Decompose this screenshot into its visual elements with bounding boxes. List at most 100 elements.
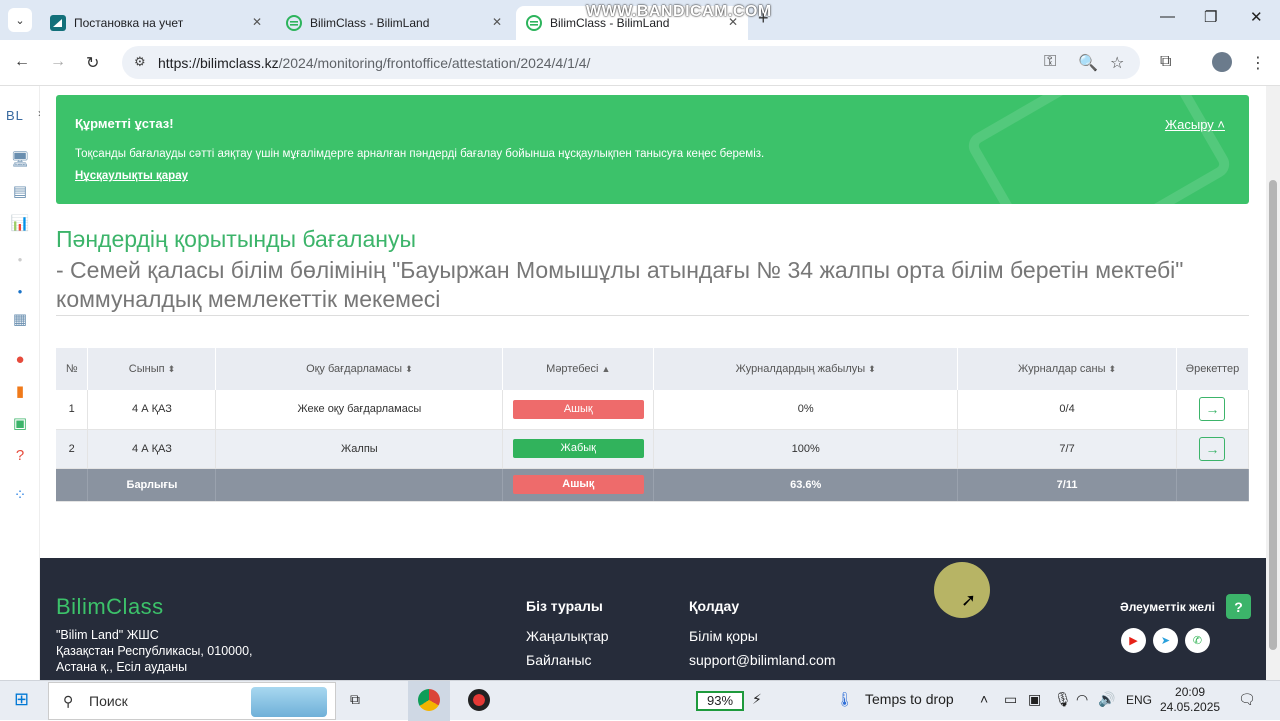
col-header-closure[interactable]: Журналдардың жабылуы ⬍ [653,348,959,390]
banner-text: Тоқсанды бағалауды сәтті аяқтау үшін мұғ… [75,148,765,160]
cell-closure: 100% [653,429,959,469]
col-header-status[interactable]: Мәртебесі ▲ [502,348,655,390]
site-settings-icon[interactable]: ⚙ [134,54,146,70]
k-app-icon[interactable]: ▮ [9,380,31,402]
telegram-icon[interactable]: ➤ [1153,628,1178,653]
taskbar-clock[interactable]: 20:09 24.05.2025 [1160,685,1220,715]
whatsapp-icon[interactable]: ✆ [1185,628,1210,653]
restore-icon[interactable]: ❐ [1204,8,1217,26]
status-badge: Ашық [512,475,644,494]
reload-icon[interactable]: ↻ [86,53,99,73]
news-link[interactable]: Жаңалықтар [526,628,609,644]
close-tab-icon[interactable]: ✕ [252,15,262,29]
chart-icon[interactable]: 📊 [9,212,31,234]
page-footer: BilimClass "Bilim Land" ЖШС Қазақстан Ре… [40,558,1266,680]
weather-text[interactable]: Temps to drop [865,691,954,707]
bl-logo[interactable]: BL [6,108,24,123]
status-badge: Ашық [512,399,644,419]
view-instructions-link[interactable]: Нұсқаулықты қарау [75,170,188,182]
bilimclass-favicon-icon [526,15,542,31]
col-header-program[interactable]: Оқу бағдарламасы ⬍ [215,348,504,390]
notifications-icon[interactable]: 🗨 [1238,691,1256,708]
windows-taskbar: ⊞ ⚲ Поиск ⧉ 93% ⚡ 🌡 Temps to drop ˄ ▭ ▣ … [0,680,1280,721]
zoom-icon[interactable]: 🔍 [1078,53,1098,73]
microphone-icon[interactable]: 🎙 [1054,691,1072,708]
help-question-icon[interactable]: ? [1226,594,1251,619]
dot-icon[interactable]: ● [9,248,31,270]
menu-dots-icon[interactable]: ⋮ [1250,53,1266,73]
total-count: 7/11 [957,468,1177,502]
charging-plug-icon: ⚡ [752,691,762,707]
wifi-icon[interactable]: ◠ [1076,691,1088,708]
monitor-icon[interactable]: 🖥 [9,148,31,170]
cell-number: 1 [56,390,89,430]
bandicam-record-icon[interactable] [468,689,490,711]
youtube-icon[interactable]: ▶ [1121,628,1146,653]
forward-arrow-icon[interactable]: → [50,53,66,71]
cell-empty [215,468,504,502]
back-arrow-icon[interactable]: ← [14,53,30,71]
task-view-icon[interactable]: ⧉ [350,691,360,708]
sort-icon[interactable]: ⬍ [405,364,413,374]
about-heading: Біз туралы [526,598,603,614]
search-placeholder: Поиск [89,693,128,709]
footer-logo[interactable]: BilimClass [56,594,164,620]
volume-icon[interactable]: 🔊 [1098,691,1115,708]
id-card-icon[interactable]: ▣ [9,412,31,434]
url-host: https://bilimclass.kz [158,54,279,71]
tab-registration[interactable]: Постановка на учет ✕ [40,6,272,40]
cell-status: Жабық [502,429,655,469]
chevron-up-icon: ˄ [1217,117,1225,132]
help-circle-icon[interactable]: ? [9,444,31,466]
profile-avatar[interactable] [1212,52,1232,72]
open-row-arrow-icon[interactable]: → [1199,436,1226,461]
col-header-count[interactable]: Журналдар саны ⬍ [957,348,1177,390]
scrollbar-thumb[interactable] [1269,180,1277,650]
battery-tray-icon[interactable]: ▭ [1004,691,1017,708]
language-indicator[interactable]: ENG [1126,693,1152,707]
search-icon: ⚲ [63,693,74,709]
close-tab-icon[interactable]: ✕ [492,15,502,29]
new-tab-icon[interactable]: + [758,8,769,29]
key-icon[interactable]: ⚿ [1044,53,1056,71]
bandicam-watermark: WWW.BANDICAM.COM [586,3,772,20]
thermometer-icon[interactable]: 🌡 [836,691,854,708]
hide-banner-button[interactable]: Жасыру ˄ [1165,117,1225,132]
battery-indicator[interactable]: 93% [696,691,744,711]
open-row-arrow-icon[interactable]: → [1199,397,1226,422]
minimize-icon[interactable]: — [1160,8,1175,25]
taskbar-search[interactable]: ⚲ Поиск [48,682,336,720]
cell-number: 2 [56,429,89,469]
page-subtitle: - Семей қаласы білім бөлімінің "Бауыржан… [56,257,1184,312]
sort-icon[interactable]: ⬍ [168,364,176,374]
close-window-icon[interactable]: ✕ [1250,8,1263,26]
sort-icon[interactable]: ⬍ [868,364,876,374]
address-bar[interactable]: https://bilimclass.kz/2024/monitoring/fr… [122,46,1140,79]
banner-heading: Құрметті ұстаз! [75,116,174,131]
cell-class: 4 А ҚАЗ [87,390,217,430]
footer-address: "Bilim Land" ЖШС Қазақстан Республикасы,… [56,627,253,675]
tray-chevron-up-icon[interactable]: ˄ [980,691,988,707]
cell-count: 7/7 [957,429,1177,469]
tab-bilimclass-1[interactable]: BilimClass - BilimLand ✕ [276,6,512,40]
bookmark-star-icon[interactable]: ☆ [1110,53,1124,73]
support-email-link[interactable]: support@bilimland.com [689,652,836,668]
app-sidebar: BL › 🖥 ▤ 📊 ● ● ▦ ● ▮ ▣ ? ⁘ [0,86,42,680]
col-header-class[interactable]: Сынып ⬍ [87,348,217,390]
camera-tray-icon[interactable]: ▣ [1028,691,1041,708]
apps-grid-icon[interactable]: ⁘ [9,484,31,506]
tab-title: Постановка на учет [74,16,184,30]
tab-search-button[interactable]: ⌄ [8,8,32,32]
contact-link[interactable]: Байланыс [526,652,592,668]
teacher-icon[interactable]: ▤ [9,180,31,202]
extensions-icon[interactable]: ⧉ [1160,53,1171,71]
table-icon[interactable]: ▦ [9,308,31,330]
bilimland-app-icon[interactable]: ● [9,348,31,370]
sort-icon[interactable]: ⬍ [1109,364,1117,374]
windows-start-icon[interactable]: ⊞ [14,689,29,710]
sort-asc-icon[interactable]: ▲ [601,364,610,374]
page-scrollbar[interactable] [1266,86,1280,680]
active-dot-icon[interactable]: ● [9,280,31,302]
knowledge-base-link[interactable]: Білім қоры [689,628,758,644]
cell-status: Ашық [502,390,655,430]
